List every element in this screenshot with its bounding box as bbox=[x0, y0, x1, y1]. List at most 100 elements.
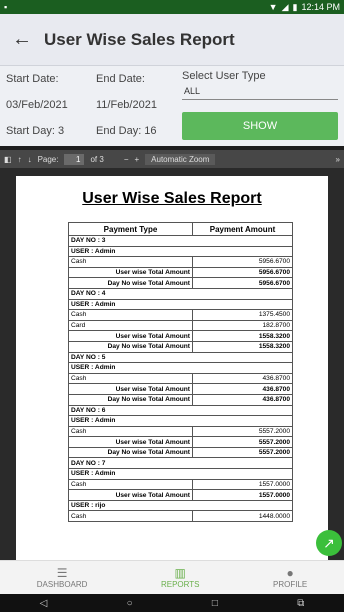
nav-dashboard[interactable]: ☰ DASHBOARD bbox=[37, 566, 88, 589]
user-type-value[interactable]: ALL bbox=[182, 82, 338, 100]
reports-icon: ▥ bbox=[174, 566, 186, 580]
user-group-cell: USER : Admin bbox=[68, 468, 293, 480]
payment-amount-cell: 436.8700 bbox=[192, 393, 293, 406]
payment-amount-cell: 1375.4500 bbox=[192, 309, 293, 321]
show-button[interactable]: SHOW bbox=[182, 112, 338, 140]
table-row: Cash 436.8700 bbox=[68, 372, 293, 385]
table-row: Card 182.8700 bbox=[68, 319, 293, 332]
payment-amount-cell: 1558.3200 bbox=[192, 340, 293, 353]
payment-amount-cell: 5557.2000 bbox=[192, 425, 293, 438]
table-row: Cash 5956.6700 bbox=[68, 256, 293, 268]
subtotal-label-cell: Day No wise Total Amount bbox=[68, 446, 193, 459]
pdf-viewer[interactable]: User Wise Sales Report Payment Type Paym… bbox=[0, 168, 344, 560]
table-row: Cash 1557.0000 bbox=[68, 478, 293, 491]
status-bar: ▪ ▼ ◢ ▮ 12:14 PM bbox=[0, 0, 344, 14]
payment-type-cell: Cash bbox=[68, 309, 193, 321]
report-title: User Wise Sales Report bbox=[82, 190, 262, 207]
prev-page-icon[interactable]: ↑ bbox=[18, 155, 22, 164]
sidebar-toggle-icon[interactable]: ◧ bbox=[4, 155, 12, 164]
more-tools-button[interactable]: » bbox=[336, 155, 340, 164]
end-date-label: End Date: bbox=[96, 73, 145, 85]
payment-type-cell: Cash bbox=[68, 425, 193, 438]
user-group-cell: USER : Admin bbox=[68, 362, 293, 374]
payment-type-cell: Cash bbox=[68, 478, 193, 491]
notification-icon: ▪ bbox=[4, 2, 8, 12]
system-recents-icon[interactable]: □ bbox=[212, 598, 218, 609]
table-row: USER : Admin bbox=[68, 415, 293, 427]
payment-amount-cell: 436.8700 bbox=[192, 383, 293, 395]
nav-dashboard-label: DASHBOARD bbox=[36, 580, 88, 589]
subtotal-label-cell: User wise Total Amount bbox=[68, 383, 193, 395]
battery-icon: ▮ bbox=[292, 1, 298, 12]
system-back-icon[interactable]: ◁ bbox=[40, 598, 48, 609]
user-group-cell: USER : rijo bbox=[68, 499, 293, 512]
end-day-text: End Day: 16 bbox=[96, 125, 157, 137]
subtotal-label-cell: Day No wise Total Amount bbox=[68, 277, 193, 289]
payment-amount-cell: 5557.2000 bbox=[192, 436, 293, 448]
end-date-column: End Date: 11/Feb/2021 End Day: 16 bbox=[96, 66, 157, 144]
page-count: of 3 bbox=[90, 154, 104, 164]
payment-amount-cell: 5956.6700 bbox=[192, 256, 293, 268]
payment-amount-cell: 182.8700 bbox=[192, 319, 293, 332]
payment-amount-cell: 5956.6700 bbox=[192, 266, 293, 279]
app-bar: ← User Wise Sales Report bbox=[0, 14, 344, 66]
next-page-icon[interactable]: ↓ bbox=[28, 155, 32, 164]
table-row: Cash 5557.2000 bbox=[68, 425, 293, 438]
table-row: DAY NO : 6 bbox=[68, 404, 293, 417]
payment-amount-cell: 1557.0000 bbox=[192, 489, 293, 501]
table-row: USER : rijo bbox=[68, 499, 293, 512]
system-navigation-bar: ◁ ○ □ ⧉ bbox=[0, 594, 344, 612]
day-group-cell: DAY NO : 6 bbox=[68, 404, 293, 417]
table-row: User wise Total Amount 5956.6700 bbox=[68, 266, 293, 279]
day-group-cell: DAY NO : 7 bbox=[68, 457, 293, 470]
zoom-in-button[interactable]: + bbox=[134, 155, 139, 164]
page-label: Page: bbox=[37, 154, 59, 164]
start-date-label: Start Date: bbox=[6, 73, 59, 85]
table-row: User wise Total Amount 5557.2000 bbox=[68, 436, 293, 448]
table-row: DAY NO : 5 bbox=[68, 351, 293, 364]
table-row: Day No wise Total Amount 1558.3200 bbox=[68, 340, 293, 353]
profile-icon: ● bbox=[286, 566, 294, 580]
day-group-cell: DAY NO : 3 bbox=[68, 235, 293, 247]
zoom-select[interactable]: Automatic Zoom bbox=[145, 153, 216, 165]
share-icon[interactable]: ↗ bbox=[316, 530, 342, 556]
subtotal-label-cell: User wise Total Amount bbox=[68, 266, 193, 279]
wifi-icon: ▼ bbox=[268, 2, 278, 12]
user-group-cell: USER : Admin bbox=[68, 298, 293, 311]
system-home-icon[interactable]: ○ bbox=[127, 598, 133, 609]
user-type-select[interactable]: Select User Type ALL bbox=[182, 70, 338, 100]
start-date-column: Start Date: 03/Feb/2021 Start Day: 3 bbox=[6, 66, 68, 144]
subtotal-label-cell: User wise Total Amount bbox=[68, 330, 193, 342]
start-date-field[interactable]: 03/Feb/2021 bbox=[6, 92, 68, 118]
table-row: User wise Total Amount 1558.3200 bbox=[68, 330, 293, 342]
subtotal-label-cell: User wise Total Amount bbox=[68, 489, 193, 501]
day-group-cell: DAY NO : 5 bbox=[68, 351, 293, 364]
table-row: Cash 1375.4500 bbox=[68, 309, 293, 321]
table-row: USER : Admin bbox=[68, 468, 293, 480]
table-row: User wise Total Amount 1557.0000 bbox=[68, 489, 293, 501]
screenshot-icon[interactable]: ⧉ bbox=[297, 598, 304, 609]
payment-amount-cell: 1558.3200 bbox=[192, 330, 293, 342]
dashboard-icon: ☰ bbox=[56, 566, 68, 580]
nav-reports[interactable]: ▥ REPORTS bbox=[161, 566, 200, 589]
subtotal-label-cell: User wise Total Amount bbox=[68, 436, 193, 448]
payment-type-cell: Cash bbox=[68, 510, 193, 523]
payment-amount-cell: 5557.2000 bbox=[192, 446, 293, 459]
zoom-out-button[interactable]: − bbox=[124, 155, 129, 164]
end-date-field[interactable]: 11/Feb/2021 bbox=[96, 92, 157, 118]
table-row: Day No wise Total Amount 5956.6700 bbox=[68, 277, 293, 289]
subtotal-label-cell: Day No wise Total Amount bbox=[68, 340, 193, 353]
payment-amount-cell: 1557.0000 bbox=[192, 478, 293, 491]
report-table: Payment Type Payment Amount DAY NO : 3 US… bbox=[68, 222, 293, 523]
column-header-payment-amount: Payment Amount bbox=[192, 222, 293, 236]
table-row: DAY NO : 4 bbox=[68, 287, 293, 300]
signal-icon: ◢ bbox=[281, 1, 289, 12]
nav-profile[interactable]: ● PROFILE bbox=[273, 566, 307, 589]
start-day-text: Start Day: 3 bbox=[6, 125, 65, 137]
page-number-input[interactable]: 1 bbox=[64, 153, 85, 165]
page-title: User Wise Sales Report bbox=[44, 29, 235, 49]
payment-amount-cell: 436.8700 bbox=[192, 372, 293, 385]
table-row: USER : Admin bbox=[68, 245, 293, 258]
nav-profile-label: PROFILE bbox=[273, 580, 308, 589]
arrow-back-icon[interactable]: ← bbox=[0, 28, 44, 51]
